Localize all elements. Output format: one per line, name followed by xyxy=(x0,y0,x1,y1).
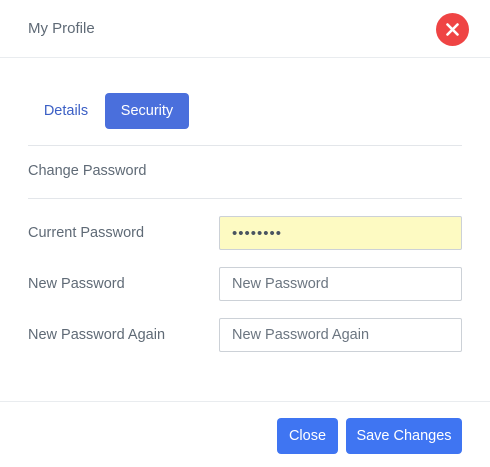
tab-details[interactable]: Details xyxy=(28,93,104,129)
new-password-again-label: New Password Again xyxy=(28,327,166,343)
current-password-label: Current Password xyxy=(28,225,145,241)
new-password-again-field[interactable] xyxy=(219,318,462,352)
profile-modal: My Profile Details Security Change Passw… xyxy=(0,0,490,467)
tab-security[interactable]: Security xyxy=(105,93,189,129)
footer-divider xyxy=(0,401,490,402)
close-button[interactable]: Close xyxy=(277,418,338,454)
new-password-field[interactable] xyxy=(219,267,462,301)
close-icon xyxy=(446,23,459,36)
divider xyxy=(28,145,462,146)
new-password-label: New Password xyxy=(28,276,125,292)
section-title: Change Password xyxy=(28,163,147,179)
save-changes-button[interactable]: Save Changes xyxy=(346,418,462,454)
close-modal-button[interactable] xyxy=(436,13,469,46)
divider xyxy=(28,198,462,199)
modal-title: My Profile xyxy=(28,20,95,37)
modal-header: My Profile xyxy=(0,0,490,58)
current-password-field[interactable] xyxy=(219,216,462,250)
